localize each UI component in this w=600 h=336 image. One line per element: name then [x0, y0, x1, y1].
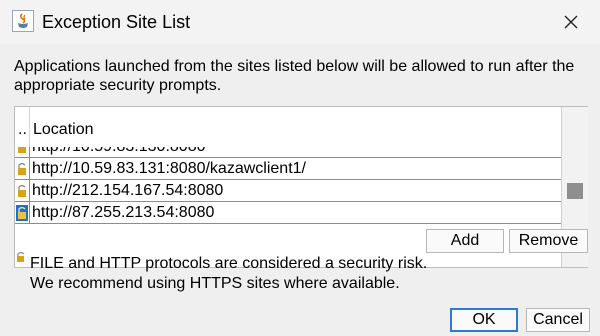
site-url[interactable]: http://10.59.83.130:8080: [29, 147, 560, 158]
add-button[interactable]: Add: [426, 229, 504, 253]
cancel-button[interactable]: Cancel: [526, 308, 590, 332]
lock-warning-icon: [16, 147, 28, 155]
location-column-header[interactable]: Location: [33, 121, 94, 139]
lock-warning-icon: [16, 161, 28, 177]
table-row[interactable]: http://10.59.83.130:8080: [15, 147, 561, 158]
table-row-selected[interactable]: http://87.255.213.54:8080: [15, 202, 561, 224]
lock-warning-icon: [16, 183, 28, 199]
table-row[interactable]: http://212.154.167.54:8080: [15, 180, 561, 202]
column-separator: [29, 107, 30, 147]
description-text: Applications launched from the sites lis…: [14, 58, 575, 94]
lock-warning-icon: [16, 205, 28, 221]
ok-button[interactable]: OK: [450, 308, 518, 332]
icon-column-header[interactable]: ..: [18, 121, 27, 139]
close-icon[interactable]: [560, 11, 582, 33]
java-icon: [12, 10, 34, 32]
remove-button[interactable]: Remove: [509, 229, 588, 253]
table-header: .. Location: [15, 107, 561, 148]
security-note-line-1: FILE and HTTP protocols are considered a…: [30, 255, 428, 272]
title-bar: Exception Site List: [0, 0, 600, 44]
security-note-line-2: We recommend using HTTPS sites where ava…: [30, 275, 400, 292]
window-title: Exception Site List: [42, 12, 191, 32]
dialog-content: Applications launched from the sites lis…: [0, 44, 600, 336]
lock-warning-icon: [16, 250, 26, 262]
site-url[interactable]: http://212.154.167.54:8080: [29, 180, 560, 202]
site-url[interactable]: http://87.255.213.54:8080: [29, 202, 560, 224]
table-row[interactable]: http://10.59.83.131:8080/kazawclient1/: [15, 158, 561, 180]
site-url[interactable]: http://10.59.83.131:8080/kazawclient1/: [29, 158, 560, 180]
scrollbar-thumb[interactable]: [567, 183, 583, 199]
